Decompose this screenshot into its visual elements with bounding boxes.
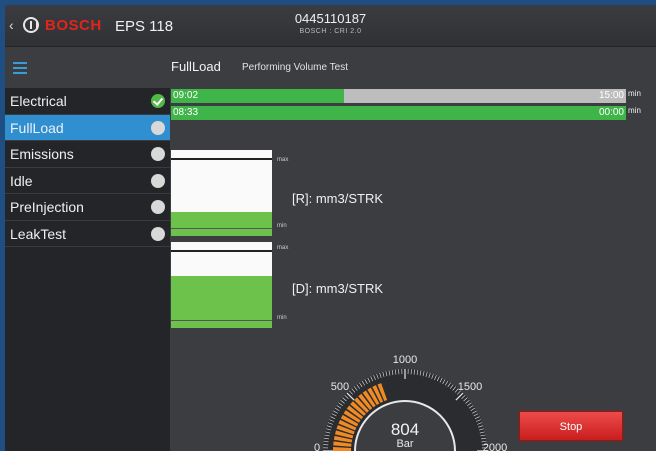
stop-button[interactable]: Stop bbox=[519, 411, 623, 441]
volume-gauge-r bbox=[171, 150, 272, 236]
status-dot-icon bbox=[151, 147, 165, 161]
min-label: min bbox=[277, 315, 287, 321]
gauge-tick-label: 0 bbox=[314, 442, 320, 451]
test-sidebar: Electrical FullLoad Emissions Idle PreIn… bbox=[5, 88, 170, 451]
gauge-tick-label: 2000 bbox=[483, 442, 507, 451]
gauge-unit: Bar bbox=[396, 438, 413, 450]
sidebar-item-leaktest[interactable]: LeakTest bbox=[5, 221, 170, 247]
menu-bar bbox=[5, 48, 170, 88]
remaining-time-bar: 08:33 00:00 bbox=[171, 106, 626, 120]
gauge-value: 804 bbox=[391, 420, 419, 439]
header-bar: ‹ BOSCH EPS 118 0445110187 BOSCH : CRI 2… bbox=[5, 5, 656, 47]
status-dot-icon bbox=[151, 120, 165, 135]
sidebar-item-label: Electrical bbox=[10, 93, 67, 109]
gauge-tick-label: 1500 bbox=[458, 381, 482, 393]
gauge-tick-label: 1000 bbox=[393, 354, 417, 366]
sidebar-item-fullload[interactable]: FullLoad bbox=[5, 114, 170, 141]
gauge-tick-label: 500 bbox=[331, 381, 349, 393]
sidebar-item-idle[interactable]: Idle bbox=[5, 168, 170, 194]
min-line bbox=[171, 320, 272, 321]
sidebar-item-emissions[interactable]: Emissions bbox=[5, 141, 170, 168]
max-line bbox=[171, 250, 272, 252]
status-dot-icon bbox=[151, 226, 165, 241]
elapsed-time-bar: 09:02 15:00 bbox=[171, 89, 626, 103]
max-line bbox=[171, 158, 272, 160]
sidebar-item-label: PreInjection bbox=[10, 199, 84, 215]
progress-fill bbox=[171, 106, 626, 120]
volume-fill bbox=[171, 211, 272, 236]
max-label: max bbox=[277, 245, 289, 251]
total-time: 00:00 bbox=[598, 107, 624, 118]
menu-list-icon[interactable] bbox=[13, 62, 27, 74]
sidebar-item-label: Emissions bbox=[10, 146, 74, 162]
part-number: 0445110187 bbox=[294, 11, 367, 26]
volume-unit-r: [R]: mm3/STRK bbox=[292, 191, 384, 206]
time-unit: min bbox=[628, 106, 641, 115]
elapsed-time: 09:02 bbox=[173, 90, 199, 101]
time-unit: min bbox=[628, 89, 641, 98]
part-subtitle: BOSCH : CRI 2.0 bbox=[299, 28, 362, 35]
sidebar-item-electrical[interactable]: Electrical bbox=[5, 88, 170, 115]
total-time: 15:00 bbox=[598, 90, 624, 101]
check-icon bbox=[151, 94, 165, 108]
pressure-gauge: 0 500 1000 1500 2000 804Bar bbox=[314, 354, 507, 451]
min-line bbox=[171, 228, 272, 229]
app-window: ‹ BOSCH EPS 118 0445110187 BOSCH : CRI 2… bbox=[5, 5, 656, 451]
page-subtitle: Performing Volume Test bbox=[242, 62, 348, 73]
sidebar-item-label: FullLoad bbox=[10, 119, 64, 136]
max-label: max bbox=[277, 157, 289, 163]
volume-gauge-d bbox=[171, 242, 272, 328]
sidebar-item-label: LeakTest bbox=[10, 225, 67, 242]
elapsed-time: 08:33 bbox=[173, 107, 199, 118]
sidebar-item-label: Idle bbox=[10, 172, 33, 189]
min-label: min bbox=[277, 223, 287, 229]
volume-unit-d: [D]: mm3/STRK bbox=[292, 281, 384, 296]
sidebar-item-preinjection[interactable]: PreInjection bbox=[5, 194, 170, 221]
status-dot-icon bbox=[151, 200, 165, 214]
status-dot-icon bbox=[151, 173, 165, 188]
page-title: FullLoad bbox=[171, 59, 221, 74]
